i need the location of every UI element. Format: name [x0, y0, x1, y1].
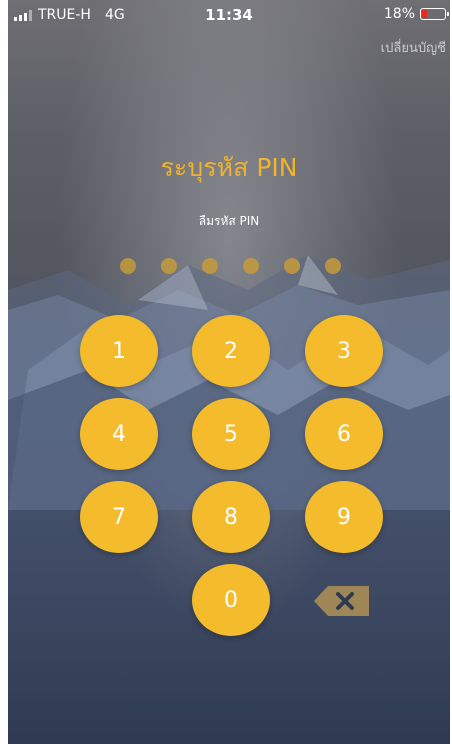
pin-dot [120, 258, 136, 274]
key-0[interactable]: 0 [192, 564, 270, 636]
page-title: ระบุรหัส PIN [160, 153, 298, 182]
key-7[interactable]: 7 [80, 481, 158, 553]
key-9[interactable]: 9 [305, 481, 383, 553]
pin-dot [161, 258, 177, 274]
pin-dot [325, 258, 341, 274]
backspace-icon[interactable] [314, 585, 370, 617]
key-5[interactable]: 5 [192, 398, 270, 470]
status-bar: TRUE-H 4G 11:34 18% [8, 0, 450, 28]
switch-account-link[interactable]: เปลี่ยนบัญชี [381, 37, 446, 58]
battery-icon [420, 8, 449, 20]
key-2[interactable]: 2 [192, 315, 270, 387]
key-6[interactable]: 6 [305, 398, 383, 470]
pin-dot [202, 258, 218, 274]
pin-dots [120, 258, 341, 274]
pin-dot [284, 258, 300, 274]
forgot-pin-link[interactable]: ลืมรหัส PIN [8, 212, 450, 231]
key-1[interactable]: 1 [80, 315, 158, 387]
key-8[interactable]: 8 [192, 481, 270, 553]
pin-dot [243, 258, 259, 274]
pin-screen: TRUE-H 4G 11:34 18% เปลี่ยนบัญชี ระบุรหั… [8, 0, 450, 744]
key-4[interactable]: 4 [80, 398, 158, 470]
key-3[interactable]: 3 [305, 315, 383, 387]
battery-percent: 18% [383, 6, 415, 22]
